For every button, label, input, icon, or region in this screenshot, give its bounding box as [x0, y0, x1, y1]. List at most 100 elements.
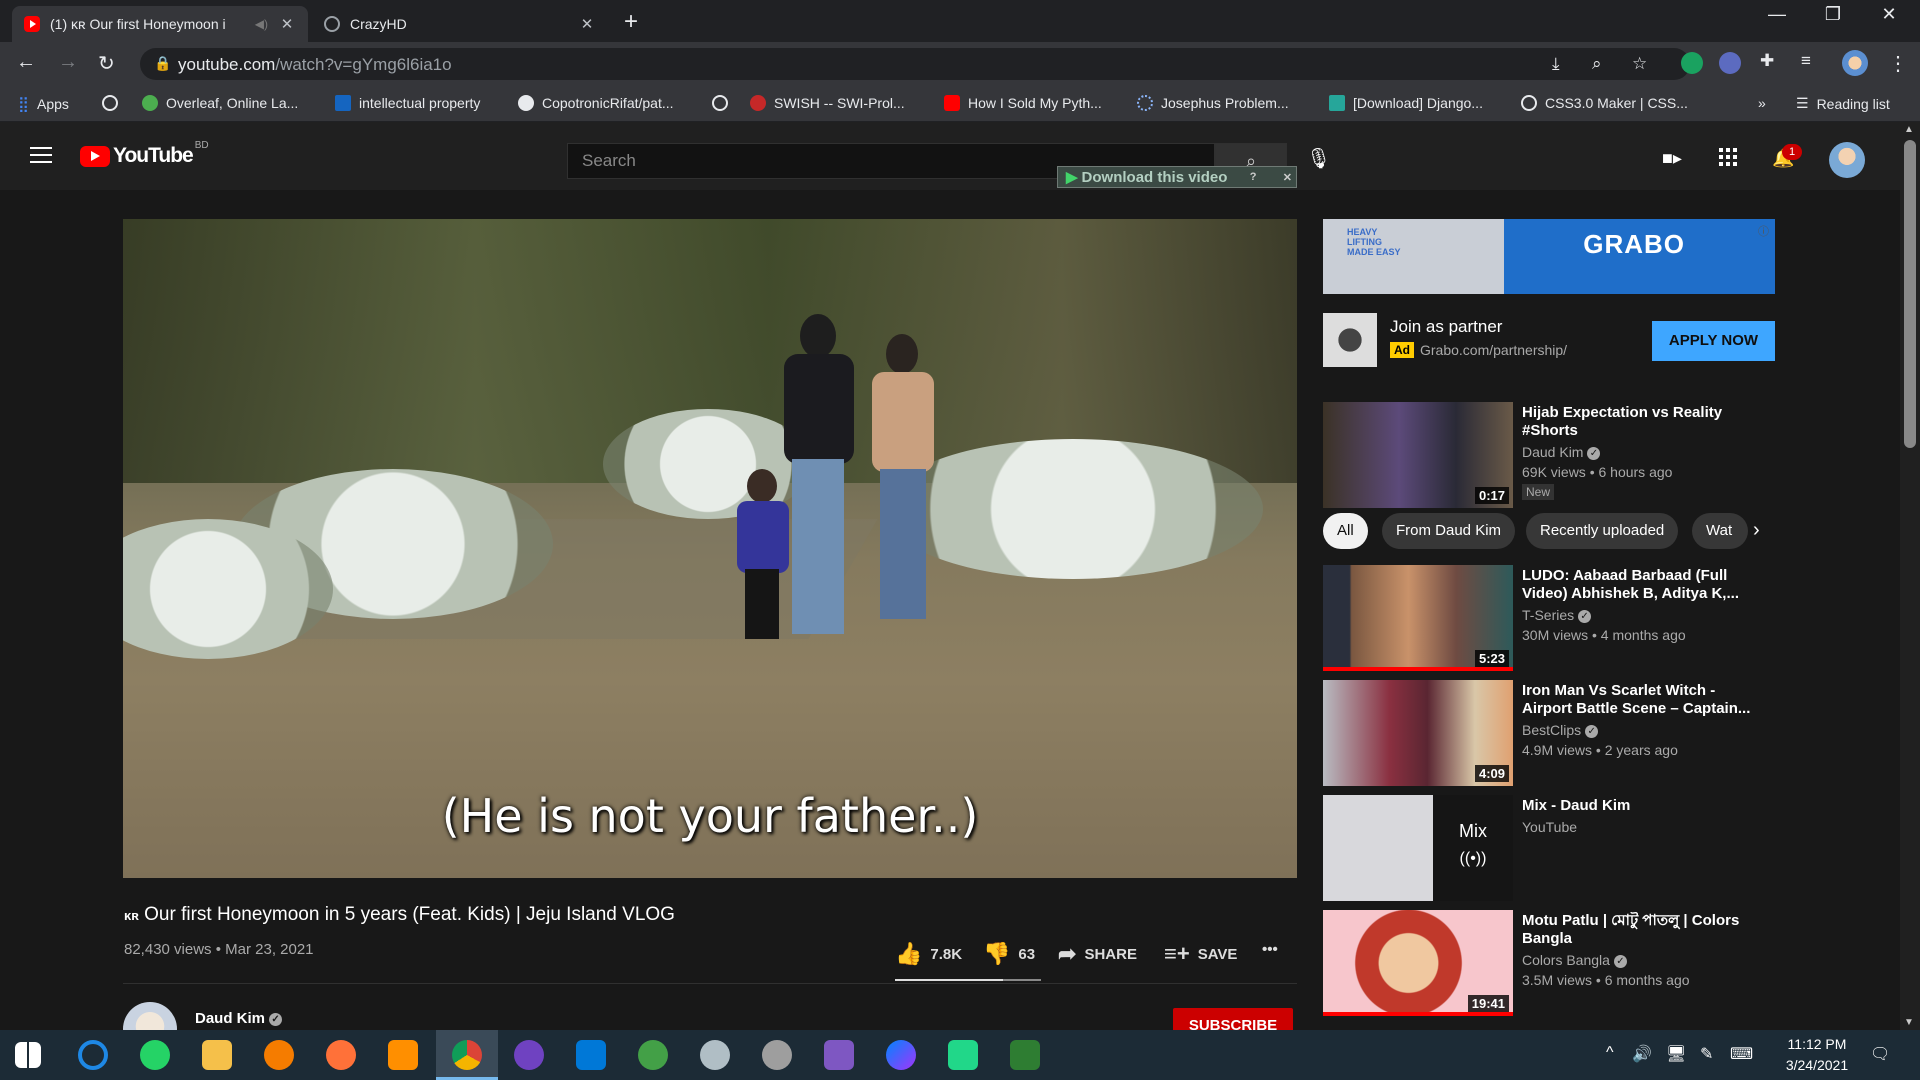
microphone-icon[interactable]: 🎙 — [1306, 146, 1331, 171]
app-icon[interactable] — [388, 1040, 418, 1070]
brave-icon[interactable] — [264, 1040, 294, 1070]
like-button[interactable]: 👍 7.8K — [895, 941, 962, 967]
chevron-right-icon[interactable]: › — [1753, 519, 1760, 542]
new-tab-icon[interactable]: + — [624, 8, 638, 36]
bookmark-css[interactable]: CSS3.0 Maker | CSS... — [1521, 95, 1688, 111]
zoom-icon[interactable]: ⌕ — [1592, 54, 1602, 74]
ad-banner[interactable]: HEAVY LIFTING MADE EASY GRABO ⓘ — [1323, 219, 1775, 294]
quick-assist-icon[interactable] — [78, 1040, 108, 1070]
download-video-bar[interactable]: ▶ Download this video ? ✕ — [1057, 166, 1297, 188]
video-thumbnail[interactable]: 19:41 — [1323, 910, 1513, 1016]
reload-icon[interactable]: ↻ — [98, 51, 115, 76]
share-button[interactable]: ➦ SHARE — [1058, 941, 1137, 967]
app-icon[interactable] — [1010, 1040, 1040, 1070]
address-bar[interactable]: 🔒 youtube.com/watch?v=gYmg6l6ia1o ⤓ ⌕ ☆ — [140, 48, 1690, 80]
app-icon[interactable] — [700, 1040, 730, 1070]
pycharm-icon[interactable] — [948, 1040, 978, 1070]
reading-list[interactable]: ☰ Reading list — [1796, 95, 1890, 112]
github-desktop-icon[interactable] — [514, 1040, 544, 1070]
apps-grid-icon[interactable] — [1719, 148, 1737, 166]
back-icon[interactable]: ← — [16, 51, 36, 74]
apply-now-button[interactable]: APPLY NOW — [1652, 321, 1775, 361]
bookmark-ip[interactable]: intellectual property — [335, 95, 480, 111]
chrome-icon[interactable] — [452, 1040, 482, 1070]
extensions-puzzle-icon[interactable]: ✚ — [1760, 51, 1774, 71]
pen-icon[interactable]: ✎ — [1700, 1044, 1713, 1064]
system-clock[interactable]: 11:12 PM 3/24/2021 — [1762, 1034, 1872, 1076]
file-explorer-icon[interactable] — [202, 1040, 232, 1070]
close-tab-icon[interactable]: ✕ — [578, 15, 596, 33]
firefox-icon[interactable] — [326, 1040, 356, 1070]
bookmark-star-icon[interactable]: ☆ — [1632, 54, 1647, 74]
bookmark-globe-2[interactable] — [712, 95, 736, 111]
mix-thumbnail[interactable]: Mix ((•)) — [1323, 795, 1513, 901]
scrollbar-thumb[interactable] — [1904, 140, 1916, 448]
recommended-video[interactable]: 19:41 Motu Patlu | মোটু পাতলু | Colors B… — [1323, 910, 1783, 1016]
app-icon[interactable] — [762, 1040, 792, 1070]
vscode-icon[interactable] — [576, 1040, 606, 1070]
page-scrollbar[interactable]: ▲ ▼ — [1900, 122, 1920, 1030]
keyboard-icon[interactable]: ⌨ — [1730, 1044, 1753, 1064]
extension-icon[interactable] — [1719, 52, 1741, 74]
muted-audio-icon[interactable]: ◀) — [255, 17, 268, 31]
minimize-icon[interactable]: — — [1754, 4, 1800, 25]
visual-studio-icon[interactable] — [824, 1040, 854, 1070]
bookmark-swish[interactable]: SWISH -- SWI-Prol... — [750, 95, 905, 111]
bookmark-python[interactable]: How I Sold My Pyth... — [944, 95, 1102, 111]
bookmark-globe[interactable] — [102, 95, 126, 111]
video-player[interactable]: (He is not your father..) — [123, 219, 1297, 878]
tab-youtube[interactable]: (1) ᴋʀ Our first Honeymoon i ◀) ✕ — [12, 6, 308, 42]
video-thumbnail[interactable]: 0:17 — [1323, 402, 1513, 508]
recommended-video[interactable]: 5:23 LUDO: Aabaad Barbaad (Full Video) A… — [1323, 565, 1783, 671]
tray-chevron-icon[interactable]: ^ — [1606, 1044, 1614, 1062]
bookmark-overleaf[interactable]: Overleaf, Online La... — [142, 95, 298, 111]
bookmark-apps[interactable]: ⣿ Apps — [18, 95, 69, 113]
bookmarks-overflow[interactable]: » — [1758, 95, 1766, 111]
video-thumbnail[interactable]: 5:23 — [1323, 565, 1513, 671]
dislike-button[interactable]: 👎 63 — [983, 941, 1035, 967]
restore-icon[interactable]: ❐ — [1810, 4, 1856, 25]
tab-crazyhd[interactable]: CrazyHD ✕ — [312, 6, 608, 42]
app-icon[interactable] — [638, 1040, 668, 1070]
channel-name[interactable]: Daud Kim ✓ — [195, 1010, 283, 1027]
save-button[interactable]: ≡+ SAVE — [1164, 941, 1237, 967]
close-tab-icon[interactable]: ✕ — [278, 15, 296, 33]
grammarly-extension-icon[interactable] — [1681, 52, 1703, 74]
chip-all[interactable]: All — [1323, 513, 1368, 549]
bookmark-josephus[interactable]: Josephus Problem... — [1137, 95, 1289, 111]
more-actions-button[interactable]: ••• — [1262, 941, 1278, 958]
messenger-icon[interactable] — [886, 1040, 916, 1070]
ad-info-icon[interactable]: ⓘ — [1758, 223, 1769, 239]
close-icon[interactable]: ✕ — [1279, 171, 1296, 184]
account-avatar[interactable] — [1829, 142, 1865, 178]
recommended-video[interactable]: 4:09 Iron Man Vs Scarlet Witch - Airport… — [1323, 680, 1783, 786]
youtube-logo[interactable]: YouTube BD — [80, 140, 209, 168]
install-icon[interactable]: ⤓ — [1552, 54, 1560, 74]
chip-from-daud-kim[interactable]: From Daud Kim — [1382, 513, 1516, 549]
create-video-icon[interactable]: ■▸ — [1662, 148, 1682, 169]
help-icon[interactable]: ? — [1246, 171, 1261, 183]
video-thumbnail[interactable]: 4:09 — [1323, 680, 1513, 786]
windows-start-icon[interactable] — [15, 1042, 41, 1068]
recommended-mix[interactable]: Mix ((•)) Mix - Daud Kim YouTube — [1323, 795, 1783, 901]
menu-kebab-icon[interactable]: ⋮ — [1888, 51, 1908, 76]
media-control-icon[interactable]: ≡ — [1801, 51, 1811, 71]
bookmark-github[interactable]: CopotronicRifat/pat... — [518, 95, 674, 111]
chip-recently-uploaded[interactable]: Recently uploaded — [1526, 513, 1679, 549]
ad-thumbnail[interactable] — [1323, 313, 1377, 367]
bookmark-django[interactable]: [Download] Django... — [1329, 95, 1483, 111]
forward-icon[interactable]: → — [58, 51, 78, 74]
scroll-up-icon[interactable]: ▲ — [1904, 124, 1914, 135]
lock-icon[interactable]: 🔒 — [154, 55, 171, 72]
volume-icon[interactable]: 🔊 — [1632, 1044, 1652, 1064]
network-icon[interactable]: 🖥 — [1666, 1044, 1686, 1064]
ad-title[interactable]: Join as partner — [1390, 317, 1502, 337]
profile-avatar[interactable] — [1842, 50, 1868, 76]
scroll-down-icon[interactable]: ▼ — [1904, 1017, 1914, 1028]
whatsapp-icon[interactable] — [140, 1040, 170, 1070]
hamburger-menu-icon[interactable] — [30, 147, 52, 163]
recommended-video[interactable]: 0:17 Hijab Expectation vs Reality #Short… — [1323, 402, 1783, 508]
notification-center-icon[interactable]: 🗨 — [1870, 1044, 1890, 1064]
close-window-icon[interactable]: ✕ — [1866, 4, 1912, 25]
chip-watched[interactable]: Wat — [1692, 513, 1748, 549]
